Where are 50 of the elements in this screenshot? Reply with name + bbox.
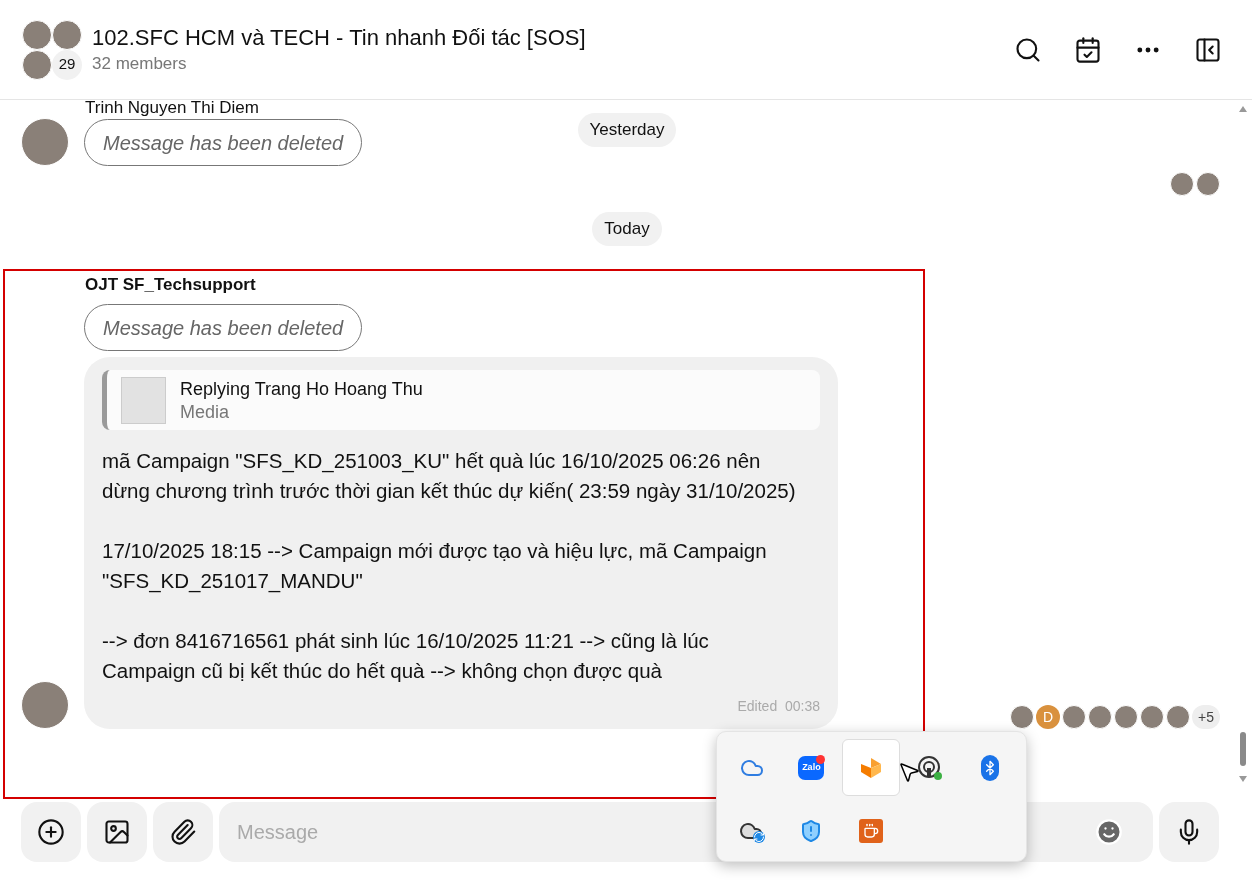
image-icon — [103, 818, 131, 846]
image-button[interactable] — [87, 802, 147, 862]
message-text: 17/10/2025 18:15 --> Campaign mới được tạo và hiệu lực, mã Campaign "SFS_KD_251017_MANDU" — [102, 538, 768, 595]
attach-button[interactable] — [153, 802, 213, 862]
add-button[interactable] — [21, 802, 81, 862]
emoji-icon[interactable] — [1095, 818, 1123, 846]
bluetooth-icon — [980, 754, 999, 781]
paperclip-icon — [169, 818, 197, 846]
zalo-logo-icon: Zalo — [798, 755, 825, 780]
chat-title: 102.SFC HCM và TECH - Tin nhanh Đối tác [SOS] — [92, 23, 586, 52]
calendar-check-icon[interactable] — [1074, 35, 1102, 64]
avatar-photo — [1062, 705, 1087, 729]
avatar-photo — [1166, 705, 1191, 729]
avatar-photo — [1140, 705, 1165, 729]
message-text: mã Campaign "SFS_KD_251003_KU" hết quà lúc 16/10/2025 06:26 nên dừng chương trình trước thời gian kết thúc dự kiến( 23:59 ngày 31/10/2025) — [102, 448, 797, 504]
message-text: --> đơn 8416716561 phát sinh lúc 16/10/2025 11:21 --> cũng là lúc Campaign cũ bị kết thúc do hết quà --> không chọn được quà — [102, 628, 710, 684]
avatar-photo — [1170, 172, 1194, 196]
message-input[interactable]: Message — [237, 817, 1095, 847]
cup-icon — [858, 818, 883, 843]
media-thumbnail — [121, 376, 166, 424]
avatar-photo — [52, 19, 82, 50]
scrollbar[interactable] — [1238, 104, 1248, 784]
date-chip: Yesterday — [577, 113, 677, 147]
search-icon[interactable] — [1014, 35, 1042, 64]
avatar-photo — [1196, 172, 1220, 196]
member-count-badge: 29 — [52, 49, 82, 80]
edited-time: Edited 00:38 — [737, 697, 820, 716]
sender-name: OJT SF_Techsupport — [85, 274, 257, 296]
avatar-initial: D — [1036, 705, 1061, 729]
keyhole-icon — [917, 754, 944, 781]
avatar-photo — [22, 49, 52, 80]
plus-icon — [37, 818, 65, 846]
mic-button[interactable] — [1159, 802, 1219, 862]
more-readers-count: +5 — [1192, 705, 1220, 729]
avatar-photo — [1114, 705, 1139, 729]
collapse-panel-icon[interactable] — [1194, 35, 1222, 64]
mouse-cursor-icon — [897, 760, 921, 784]
avatar-photo — [1010, 705, 1035, 729]
reply-title: Replying Trang Ho Hoang Thu — [180, 377, 423, 401]
sender-name: Trinh Nguyen Thi Diem — [85, 100, 260, 118]
tray-item[interactable]: Zalo — [782, 739, 841, 796]
reply-subtitle: Media — [180, 400, 231, 423]
avatar-photo — [1088, 705, 1113, 729]
avatar-photo — [21, 681, 69, 729]
reply-quote[interactable]: Replying Trang Ho Hoang Thu Media — [102, 370, 820, 430]
date-chip: Today — [592, 212, 662, 246]
cube-logo-icon — [858, 755, 883, 780]
avatar-photo — [22, 19, 52, 50]
member-count: 32 members — [92, 52, 188, 75]
avatar-photo — [21, 118, 69, 166]
